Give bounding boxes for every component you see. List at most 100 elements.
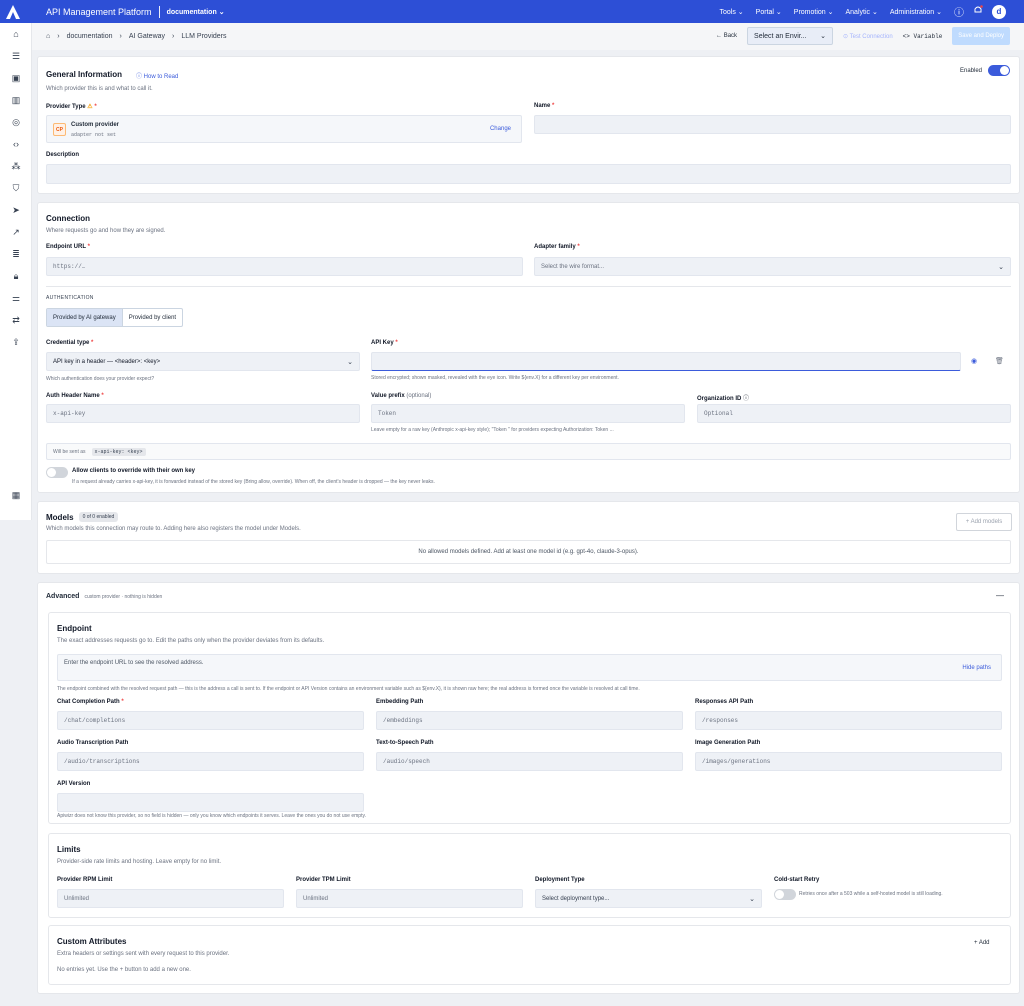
home-icon[interactable]: ⌂ [10,28,22,40]
breadcrumb-item[interactable]: documentation [67,33,113,40]
description-textarea[interactable] [46,164,1011,184]
help-icon[interactable]: ⓘ [954,4,964,19]
change-provider-button[interactable]: Change [490,126,511,132]
test-connection-button[interactable]: ⊙ Test Connection [843,33,893,40]
sent-as-label: Will be sent as [53,448,86,455]
api-version-input[interactable] [57,793,364,812]
override-toggle[interactable] [46,467,68,478]
endpoint-url-input[interactable]: https://… [46,257,523,276]
section-title: General Information [46,70,123,79]
cold-start-retry-toggle[interactable] [774,889,796,900]
divider [46,286,1011,287]
add-attribute-button[interactable]: + Add [974,940,990,946]
connection-card: Connection Where requests go and how the… [37,202,1020,493]
nav-tools[interactable]: Tools ⌄ [720,8,744,16]
label-text: Chat Completion Path [57,699,120,705]
network-icon[interactable]: ⁂ [10,160,22,172]
field-label: Provider TPM Limit [296,877,351,883]
home-icon[interactable]: ⌂ [46,33,50,40]
nav-promotion[interactable]: Promotion ⌄ [794,8,834,16]
env-placeholder: Select an Envir... [754,32,807,40]
variable-button[interactable]: <> Variable [903,33,943,40]
field-label: Audio Transcription Path [57,740,129,746]
field-label: Credential type * [46,340,93,346]
how-to-read-link[interactable]: ⓘ How to Read [136,71,178,80]
section-title: Models [46,512,74,522]
deployment-type-select[interactable]: Select deployment type... ⌄ [535,889,762,908]
chevron-right-icon: › [57,33,60,40]
upload-icon[interactable]: ⇪ [10,336,22,348]
swap-icon[interactable]: ⇄ [10,314,22,326]
lock-icon[interactable]: 🔒︎ [10,270,22,282]
image-generation-path-input[interactable]: /images/generations [695,752,1002,771]
name-input[interactable] [534,115,1011,134]
bar-chart-icon[interactable]: ▥ [10,94,22,106]
hide-paths-button[interactable]: Hide paths [962,665,991,671]
advanced-header[interactable]: Advanced custom provider · nothing is hi… [46,593,162,600]
collapse-icon[interactable]: — [996,591,1004,600]
trash-icon[interactable]: 🗑︎ [995,357,1004,365]
chevron-down-icon: ⌄ [820,33,827,40]
credential-type-select[interactable]: API key in a header — <header>: <key> ⌄ [46,352,360,371]
organization-id-input[interactable]: Optional [697,404,1011,423]
nav-analytic[interactable]: Analytic ⌄ [846,8,878,16]
audio-transcription-path-input[interactable]: /audio/transcriptions [57,752,364,771]
list-icon[interactable]: ☰ [10,50,22,62]
bell-icon[interactable] [973,5,983,18]
help-text: Apiwizr does not know this provider, so … [57,813,366,819]
adapter-family-select[interactable]: Select the wire format... ⌄ [534,257,1011,276]
enabled-toggle[interactable] [988,65,1011,76]
rpm-limit-input[interactable]: Unlimited [57,889,284,908]
tpm-limit-input[interactable]: Unlimited [296,889,523,908]
required-mark: * [395,340,398,346]
breadcrumb-item: LLM Providers [181,33,227,40]
save-deploy-button[interactable]: Save and Deploy [952,27,1010,45]
logo-icon[interactable] [0,0,26,23]
section-title: Endpoint [57,624,92,633]
auth-segmented-control: Provided by AI gateway Provided by clien… [46,308,184,327]
api-key-input[interactable] [371,352,961,371]
chevron-down-icon: ⌄ [218,8,225,16]
value-prefix-input[interactable]: Token [371,404,685,423]
embedding-path-input[interactable]: /embeddings [376,711,683,730]
section-subtitle: Which models this connection may route t… [46,526,301,532]
sliders-icon[interactable]: ⚌ [10,292,22,304]
required-mark: * [94,104,97,110]
shield-icon[interactable]: ⛉ [10,182,22,194]
seg-gateway[interactable]: Provided by AI gateway [47,309,123,326]
apps-grid-icon[interactable]: ▦ [10,489,22,501]
seg-client[interactable]: Provided by client [123,309,182,326]
check-circle-icon[interactable]: ◎ [10,116,22,128]
chip-icon[interactable]: ▣ [10,72,22,84]
nav-administration[interactable]: Administration ⌄ [890,8,942,16]
back-button[interactable]: ← Back [716,33,737,39]
models-badge: 0 of 0 enabled [78,512,119,522]
section-subtitle: Which provider this is and what to call … [46,86,153,92]
field-label: Cold-start Retry [774,877,820,883]
header-name-input[interactable]: x-api-key [46,404,360,423]
avatar[interactable]: d [992,4,1006,19]
environment-select[interactable]: Select an Envir... ⌄ [747,27,834,45]
sent-as-preview: Will be sent as x-api-key: <key> [46,443,1011,460]
trend-icon[interactable]: ↗ [10,226,22,238]
chat-completion-path-input[interactable]: /chat/completions [57,711,364,730]
org-switcher[interactable]: documentation ⌄ [167,8,225,16]
add-models-button[interactable]: + Add models [956,513,1012,531]
tts-path-input[interactable]: /audio/speech [376,752,683,771]
nav-label: Promotion [793,8,826,16]
nav-portal[interactable]: Portal ⌄ [756,8,782,16]
code-icon[interactable]: ‹› [10,138,22,150]
section-title: Limits [57,845,81,854]
main-nav: Tools ⌄ Portal ⌄ Promotion ⌄ Analytic ⌄ … [720,0,1024,23]
divider [158,5,160,18]
server-icon[interactable]: ≣ [10,248,22,260]
select-placeholder: Select the wire format... [541,263,605,270]
back-label: Back [723,33,738,39]
field-label: Name * [534,103,554,109]
endpoint-card: Endpoint The exact addresses requests go… [48,612,1011,824]
eye-icon[interactable]: ◉ [971,357,977,365]
send-icon[interactable]: ➤ [10,204,22,216]
responses-path-input[interactable]: /responses [695,711,1002,730]
breadcrumb-item[interactable]: AI Gateway [129,33,165,40]
section-title: Connection [46,214,90,223]
